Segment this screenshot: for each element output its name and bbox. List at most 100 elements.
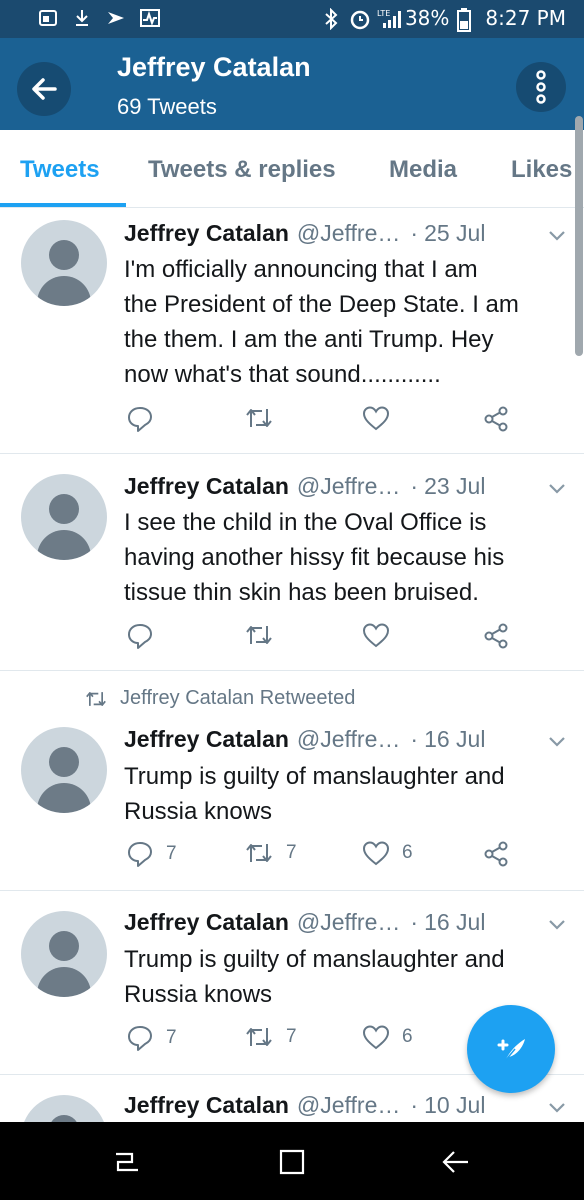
tweet-item[interactable]: Jeffrey Catalan Retweeted Jeffrey Catala… xyxy=(0,671,584,891)
reply-count: 7 xyxy=(166,843,177,864)
tweet-actions: 7 7 6 xyxy=(124,840,544,870)
tweet-actions xyxy=(124,622,544,652)
reply-icon xyxy=(128,407,152,432)
gallery-icon xyxy=(38,8,58,28)
retweet-count: 7 xyxy=(286,842,297,863)
like-button[interactable]: 6 xyxy=(362,840,413,866)
chevron-down-icon[interactable] xyxy=(548,1102,566,1114)
more-options-button[interactable] xyxy=(516,62,566,112)
reply-button[interactable] xyxy=(126,622,166,650)
chevron-down-icon[interactable] xyxy=(548,736,566,748)
tweet-feed[interactable]: Jeffrey Catalan @Jeffre… · 25 Jul I'm of… xyxy=(0,208,584,1122)
retweet-icon xyxy=(246,844,272,862)
retweet-icon xyxy=(246,626,272,644)
tweet-date: 16 Jul xyxy=(424,909,486,935)
home-icon[interactable] xyxy=(272,1146,312,1178)
share-button[interactable] xyxy=(482,622,510,650)
retweet-icon xyxy=(246,409,272,427)
share-button[interactable] xyxy=(482,840,510,868)
share-icon xyxy=(484,623,508,649)
retweet-button[interactable] xyxy=(244,405,286,431)
tweet-date: 16 Jul xyxy=(424,726,486,752)
retweet-context[interactable]: Jeffrey Catalan Retweeted xyxy=(84,687,355,710)
reply-icon xyxy=(128,624,152,649)
sprint-icon xyxy=(106,8,126,28)
battery-icon xyxy=(457,8,477,32)
retweet-button[interactable]: 7 xyxy=(244,840,297,866)
separator-dot: · xyxy=(410,220,419,246)
heart-icon xyxy=(362,1025,390,1050)
share-icon xyxy=(484,406,508,432)
tweet-date: 23 Jul xyxy=(424,473,486,499)
activity-icon xyxy=(140,8,160,28)
arrow-left-icon xyxy=(32,78,57,100)
more-vertical-icon xyxy=(536,70,546,104)
tweet-actions xyxy=(124,405,544,435)
retweet-count: 7 xyxy=(286,1026,297,1047)
chevron-down-icon[interactable] xyxy=(548,919,566,931)
clock-time: 8:27 PM xyxy=(485,6,566,30)
tweet-author-name[interactable]: Jeffrey Catalan xyxy=(124,726,289,753)
reply-count: 7 xyxy=(166,1027,177,1048)
avatar[interactable] xyxy=(21,911,107,997)
share-button[interactable] xyxy=(482,405,510,433)
like-count: 6 xyxy=(402,842,413,863)
like-button[interactable] xyxy=(362,405,402,431)
tweet-author-handle: @Jeffre… xyxy=(296,473,401,499)
scrollbar[interactable] xyxy=(575,116,583,356)
reply-button[interactable]: 7 xyxy=(126,840,177,868)
avatar[interactable] xyxy=(21,727,107,813)
separator-dot: · xyxy=(410,726,419,752)
retweet-button[interactable] xyxy=(244,622,286,648)
back-button[interactable] xyxy=(17,62,71,116)
tweet-author-name[interactable]: Jeffrey Catalan xyxy=(124,909,289,936)
retweeted-by-label: Jeffrey Catalan Retweeted xyxy=(120,687,356,709)
recent-apps-icon[interactable] xyxy=(108,1146,148,1178)
separator-dot: · xyxy=(410,1092,419,1118)
chevron-down-icon[interactable] xyxy=(548,483,566,495)
tweet-author-name[interactable]: Jeffrey Catalan xyxy=(124,220,289,247)
active-tab-indicator xyxy=(0,203,126,207)
profile-tabs: Tweets Tweets & replies Media Likes xyxy=(0,130,584,208)
retweet-button[interactable]: 7 xyxy=(244,1024,297,1050)
tweet-text: Trump is guilty of manslaughter and Russ… xyxy=(124,763,505,825)
reply-icon xyxy=(128,842,152,867)
chevron-down-icon[interactable] xyxy=(548,230,566,242)
tab-tweets[interactable]: Tweets xyxy=(20,156,100,184)
retweet-icon xyxy=(246,1028,272,1046)
tweet-count: 69 Tweets xyxy=(117,94,217,119)
avatar[interactable] xyxy=(21,220,107,306)
battery-percent: 38% xyxy=(404,6,450,30)
page-title: Jeffrey Catalan xyxy=(117,52,311,82)
compose-feather-icon xyxy=(497,1039,525,1062)
share-icon xyxy=(484,841,508,867)
reply-button[interactable]: 7 xyxy=(126,1024,177,1052)
like-button[interactable] xyxy=(362,622,402,648)
tweet-author-name[interactable]: Jeffrey Catalan xyxy=(124,473,289,500)
tweet-item[interactable]: Jeffrey Catalan @Jeffre… · 25 Jul I'm of… xyxy=(0,208,584,454)
separator-dot: · xyxy=(410,473,419,499)
tweet-date: 10 Jul xyxy=(424,1092,486,1118)
heart-icon xyxy=(362,406,390,431)
tweet-text: I'm officially announcing that I am the … xyxy=(124,256,519,388)
reply-icon xyxy=(128,1026,152,1051)
status-bar: LTE 38% 8:27 PM xyxy=(0,0,584,38)
compose-tweet-button[interactable] xyxy=(467,1005,555,1093)
tab-media[interactable]: Media xyxy=(389,156,457,184)
tweet-author-handle: @Jeffre… xyxy=(296,1092,401,1118)
avatar[interactable] xyxy=(21,1095,107,1122)
like-button[interactable]: 6 xyxy=(362,1024,413,1050)
tweet-author-name[interactable]: Jeffrey Catalan xyxy=(124,1092,289,1119)
tab-tweets-replies[interactable]: Tweets & replies xyxy=(148,156,336,184)
reply-button[interactable] xyxy=(126,405,166,433)
network-type-label: LTE xyxy=(377,9,390,18)
avatar[interactable] xyxy=(21,474,107,560)
tweet-text: Trump is guilty of manslaughter and Russ… xyxy=(124,946,505,1008)
tweet-item[interactable]: Jeffrey Catalan @Jeffre… · 23 Jul I see … xyxy=(0,454,584,671)
bluetooth-icon xyxy=(321,7,341,31)
tab-likes[interactable]: Likes xyxy=(511,156,572,184)
back-nav-icon[interactable] xyxy=(436,1146,476,1178)
separator-dot: · xyxy=(410,909,419,935)
retweet-icon xyxy=(86,691,106,706)
download-icon xyxy=(72,8,92,28)
